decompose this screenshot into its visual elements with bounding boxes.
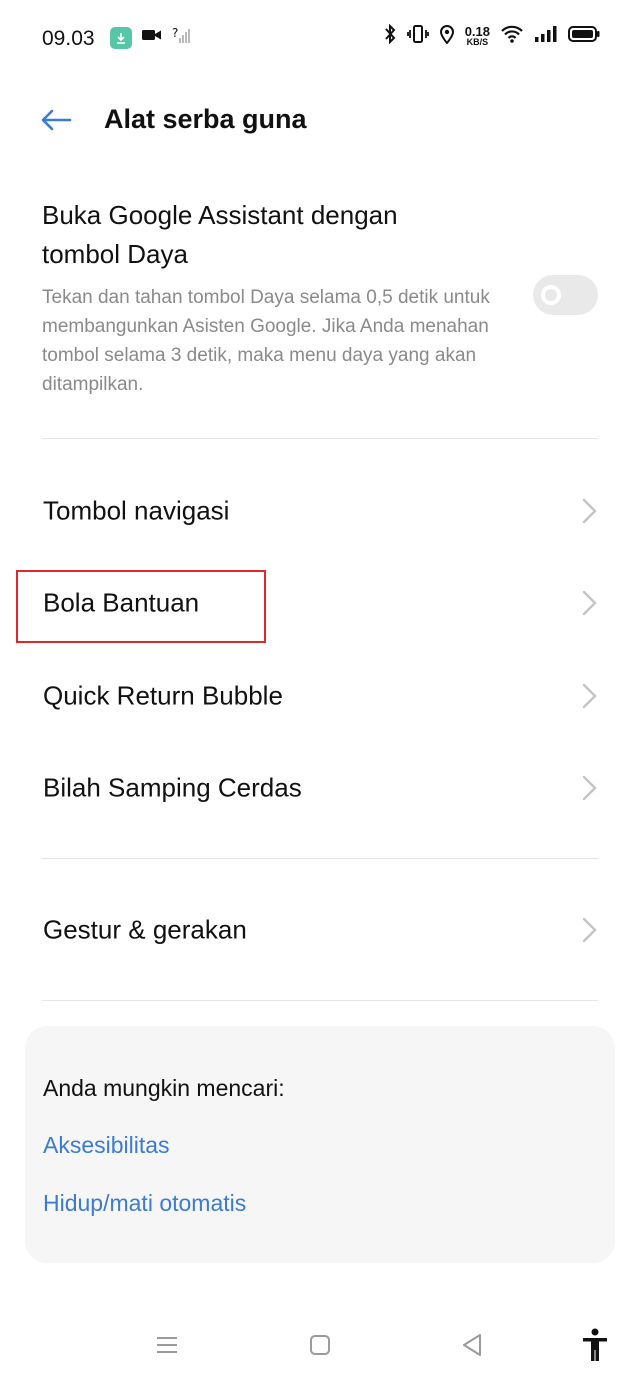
- battery-icon: [568, 25, 600, 48]
- menu-item-tombol-navigasi[interactable]: Tombol navigasi: [0, 465, 640, 557]
- status-right-icons: 0.18 KB/S: [383, 23, 600, 49]
- highlight-box: [16, 570, 266, 643]
- suggestion-link-aksesibilitas[interactable]: Aksesibilitas: [43, 1132, 170, 1159]
- network-speed-value: 0.18: [464, 23, 490, 39]
- network-speed: 0.18 KB/S: [464, 23, 490, 48]
- toggle-knob: [541, 285, 561, 305]
- status-left-icons: ?: [110, 26, 192, 49]
- google-assistant-description: Tekan dan tahan tombol Daya selama 0,5 d…: [42, 287, 490, 395]
- chevron-right-icon: [582, 590, 597, 616]
- menu-item-bilah-samping-cerdas[interactable]: Bilah Samping Cerdas: [0, 742, 640, 834]
- status-time: 09.03: [42, 27, 95, 50]
- menu-item-quick-return-bubble[interactable]: Quick Return Bubble: [0, 650, 640, 742]
- accessibility-button[interactable]: [575, 1325, 615, 1365]
- home-button[interactable]: [300, 1325, 340, 1365]
- menu-item-label: Tombol navigasi: [43, 495, 230, 526]
- page-title: Alat serba guna: [104, 104, 307, 134]
- suggestion-link-hidup-mati-otomatis[interactable]: Hidup/mati otomatis: [43, 1190, 246, 1217]
- chevron-right-icon: [582, 917, 597, 943]
- location-icon: [439, 24, 455, 49]
- no-signal-icon: ?: [172, 26, 192, 49]
- back-button[interactable]: [36, 103, 76, 137]
- divider: [42, 438, 598, 439]
- suggestions-card: Anda mungkin mencari: Aksesibilitas Hidu…: [25, 1026, 615, 1263]
- accessibility-person-icon: [583, 1328, 607, 1361]
- svg-text:?: ?: [172, 26, 178, 40]
- divider: [42, 858, 598, 859]
- menu-item-label: Gestur & gerakan: [43, 914, 247, 945]
- download-icon: [110, 26, 132, 49]
- menu-item-gestur-gerakan[interactable]: Gestur & gerakan: [0, 884, 640, 976]
- wifi-icon: [500, 25, 524, 48]
- google-assistant-toggle[interactable]: [533, 275, 598, 315]
- recent-apps-button[interactable]: [147, 1325, 187, 1365]
- vibrate-icon: [406, 24, 429, 49]
- menu-item-label: Quick Return Bubble: [43, 680, 283, 711]
- back-arrow-icon: [41, 109, 72, 131]
- google-assistant-title: Buka Google Assistant dengan tombol Daya: [42, 200, 398, 269]
- network-speed-unit: KB/S: [466, 36, 489, 47]
- app-header: Alat serba guna: [0, 95, 640, 145]
- back-nav-button[interactable]: [452, 1325, 492, 1365]
- menu-lines-icon: [157, 1337, 177, 1353]
- bluetooth-icon: [383, 23, 397, 49]
- cellular-signal-icon: [534, 25, 558, 48]
- chevron-right-icon: [582, 498, 597, 524]
- suggestions-title: Anda mungkin mencari:: [43, 1075, 285, 1101]
- system-nav-bar: [0, 1310, 640, 1386]
- video-camera-icon: [142, 28, 162, 47]
- google-assistant-setting[interactable]: Buka Google Assistant dengan tombol Daya…: [42, 196, 598, 399]
- divider: [42, 1000, 598, 1001]
- chevron-right-icon: [582, 683, 597, 709]
- square-home-icon: [310, 1335, 330, 1355]
- status-bar: 09.03 ? 0.18 KB/S: [0, 0, 640, 80]
- triangle-back-icon: [463, 1334, 481, 1356]
- chevron-right-icon: [582, 775, 597, 801]
- menu-item-label: Bilah Samping Cerdas: [43, 772, 302, 803]
